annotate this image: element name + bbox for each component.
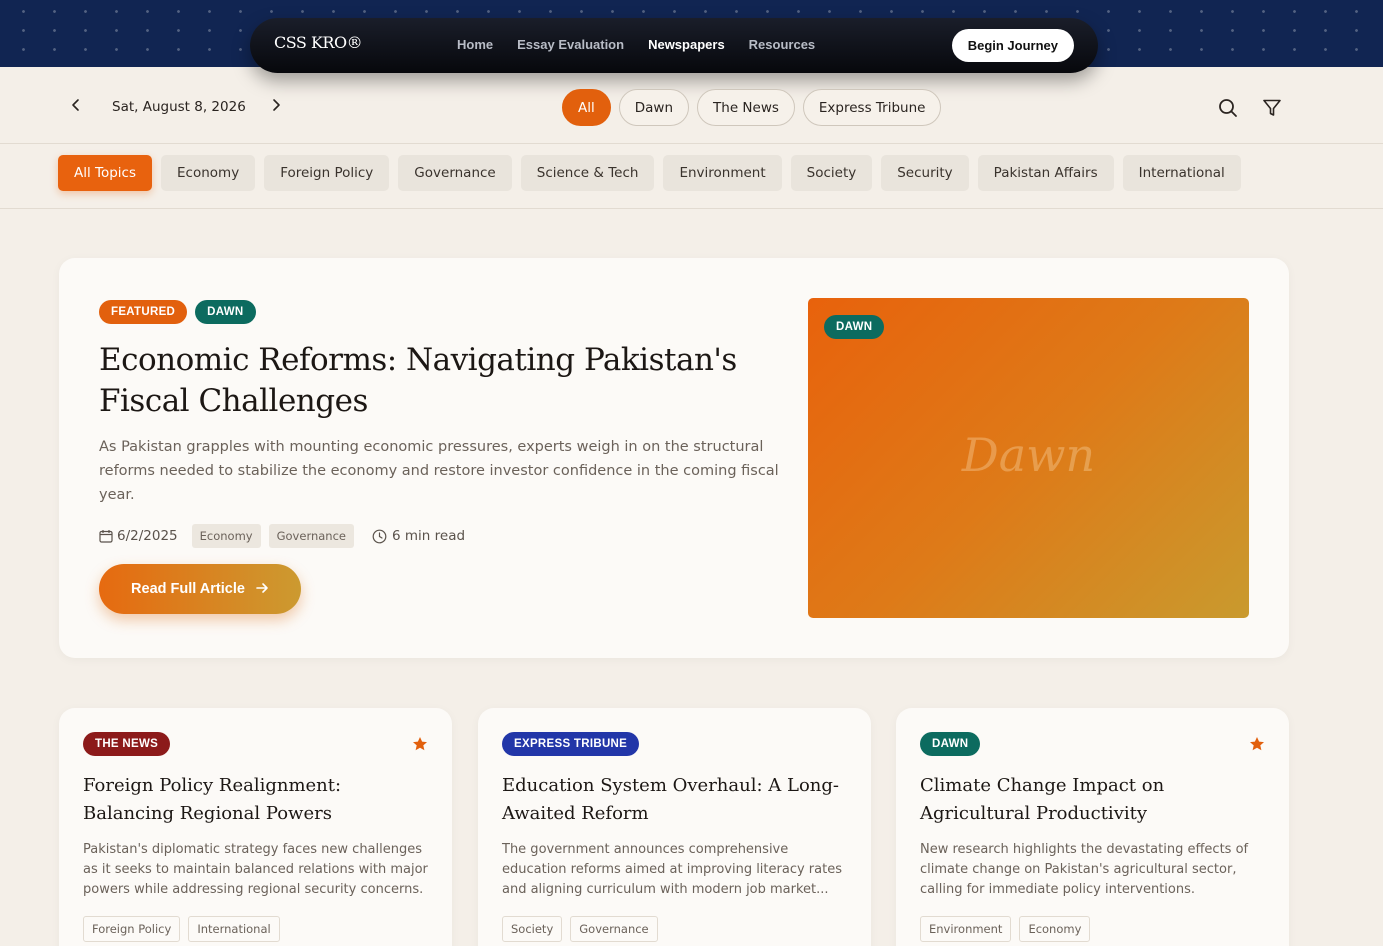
nav-link-newspapers[interactable]: Newspapers [648, 37, 725, 52]
read-full-article-label: Read Full Article [131, 581, 245, 597]
image-source-wordmark: Dawn [961, 428, 1096, 482]
article-tag[interactable]: Governance [570, 916, 658, 942]
featured-date: 6/2/2025 [117, 528, 178, 544]
article-tags: Environment Economy [920, 916, 1091, 942]
topic-all-topics[interactable]: All Topics [58, 155, 153, 191]
article-tag[interactable]: International [188, 916, 280, 942]
featured-badge: FEATURED [99, 300, 188, 324]
image-source-badge: DAWN [824, 315, 885, 339]
chevron-right-icon [273, 99, 280, 111]
topic-foreign-policy[interactable]: Foreign Policy [264, 155, 390, 191]
featured-summary: As Pakistan grapples with mounting econo… [99, 439, 779, 503]
next-date-button[interactable] [268, 97, 284, 113]
source-badge: DAWN [195, 300, 256, 324]
article-card[interactable]: THE NEWS Foreign Policy Realignment: Bal… [59, 708, 452, 946]
main-navbar: CSS KRO® Home Essay Evaluation Newspaper… [250, 18, 1098, 73]
featured-meta: 6/2/2025 Economy Governance 6 min read [99, 524, 465, 548]
read-full-article-button[interactable]: Read Full Article [99, 564, 301, 614]
date-source-toolbar: Sat, August 8, 2026 All Dawn The News Ex… [0, 67, 1383, 144]
calendar-icon [99, 530, 113, 543]
featured-article-card[interactable]: FEATURED DAWN Economic Reforms: Navigati… [59, 258, 1289, 658]
clock-icon [372, 529, 387, 543]
article-summary: Pakistan's diplomatic strategy faces new… [83, 842, 428, 897]
search-icon [1219, 99, 1237, 117]
current-date: Sat, August 8, 2026 [112, 99, 246, 115]
featured-title[interactable]: Economic Reforms: Navigating Pakistan's … [99, 340, 789, 422]
featured-tag[interactable]: Economy [191, 524, 261, 548]
article-tag[interactable]: Society [502, 916, 563, 942]
topic-filter: All Topics Economy Foreign Policy Govern… [58, 155, 1241, 191]
source-badge: THE NEWS [83, 732, 171, 756]
article-summary: New research highlights the devastating … [920, 842, 1249, 897]
featured-tag[interactable]: Governance [268, 524, 354, 548]
topic-pakistan-affairs[interactable]: Pakistan Affairs [977, 155, 1114, 191]
topic-science-tech[interactable]: Science & Tech [520, 155, 655, 191]
begin-journey-button[interactable]: Begin Journey [951, 29, 1074, 62]
star-icon [1250, 737, 1264, 751]
source-pill-dawn[interactable]: Dawn [618, 89, 690, 126]
topic-society[interactable]: Society [790, 155, 873, 191]
article-card[interactable]: EXPRESS TRIBUNE Education System Overhau… [478, 708, 871, 946]
topic-economy[interactable]: Economy [161, 155, 256, 191]
source-pill-all[interactable]: All [562, 89, 611, 126]
chevron-left-icon [72, 99, 79, 111]
featured-image[interactable]: DAWN Dawn [808, 298, 1249, 618]
topics-divider [0, 208, 1383, 209]
prev-date-button[interactable] [68, 97, 84, 113]
article-card[interactable]: DAWN Climate Change Impact on Agricultur… [896, 708, 1289, 946]
source-badge: EXPRESS TRIBUNE [502, 732, 640, 756]
nav-link-resources[interactable]: Resources [749, 37, 815, 52]
article-tag[interactable]: Environment [920, 916, 1012, 942]
article-tags: Society Governance [502, 916, 658, 942]
topic-governance[interactable]: Governance [398, 155, 512, 191]
source-pill-express-tribune[interactable]: Express Tribune [802, 89, 942, 126]
filter-icon [1263, 99, 1281, 116]
bookmark-button[interactable] [1249, 736, 1265, 752]
read-time: 6 min read [372, 528, 465, 544]
topic-environment[interactable]: Environment [663, 155, 782, 191]
topic-security[interactable]: Security [881, 155, 969, 191]
source-filter: All Dawn The News Express Tribune [562, 89, 942, 126]
nav-links: Home Essay Evaluation Newspapers Resourc… [457, 37, 815, 52]
nav-link-essay-evaluation[interactable]: Essay Evaluation [517, 37, 624, 52]
search-button[interactable] [1218, 98, 1238, 118]
read-time-label: 6 min read [392, 528, 466, 544]
article-tag[interactable]: Economy [1019, 916, 1091, 942]
arrow-right-icon [256, 583, 268, 593]
article-title[interactable]: Climate Change Impact on Agricultural Pr… [920, 772, 1265, 828]
bookmark-button[interactable] [412, 736, 428, 752]
article-title[interactable]: Education System Overhaul: A Long-Awaite… [502, 772, 847, 828]
article-tag[interactable]: Foreign Policy [83, 916, 181, 942]
source-badge: DAWN [920, 732, 981, 756]
filter-button[interactable] [1262, 98, 1282, 118]
topic-international[interactable]: International [1122, 155, 1241, 191]
article-title[interactable]: Foreign Policy Realignment: Balancing Re… [83, 772, 428, 828]
nav-link-home[interactable]: Home [457, 37, 493, 52]
star-icon [413, 737, 427, 751]
source-pill-the-news[interactable]: The News [697, 89, 795, 126]
logo[interactable]: CSS KRO® [274, 33, 363, 52]
featured-badges: FEATURED DAWN [99, 300, 256, 324]
article-summary: The government announces comprehensive e… [502, 842, 842, 897]
article-tags: Foreign Policy International [83, 916, 280, 942]
